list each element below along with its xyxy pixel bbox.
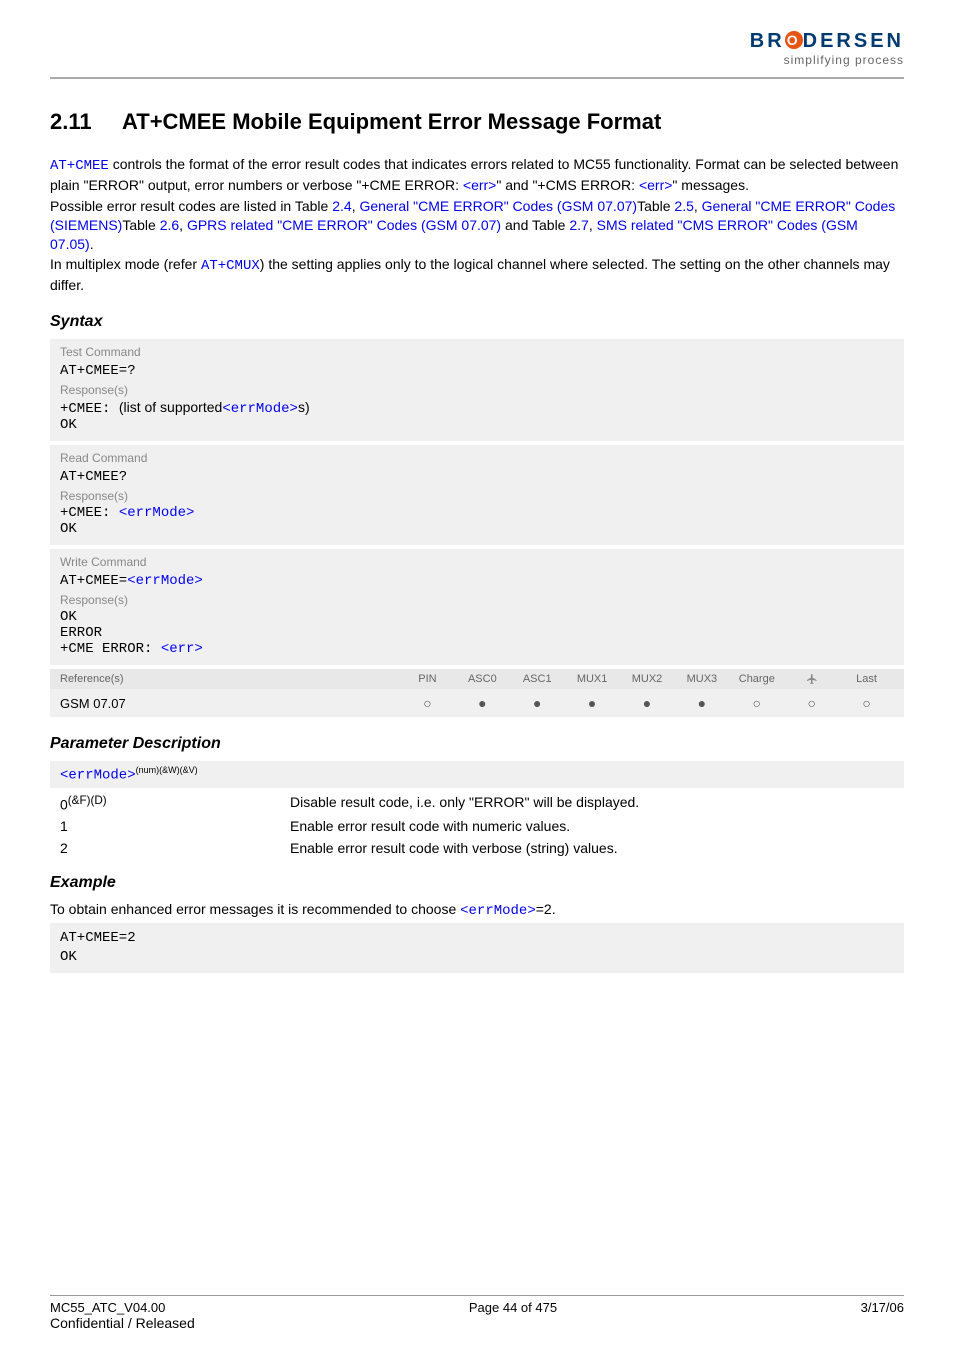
- param-row: 2 Enable error result code with verbose …: [60, 840, 894, 856]
- param-key: 0(&F)(D): [60, 794, 290, 813]
- section-number: 2.11: [50, 109, 122, 135]
- errmode-link[interactable]: <errMode>: [119, 505, 195, 521]
- param-value: Disable result code, i.e. only "ERROR" w…: [290, 794, 894, 813]
- section-heading: 2.11AT+CMEE Mobile Equipment Error Messa…: [50, 109, 904, 135]
- param-row: 0(&F)(D) Disable result code, i.e. only …: [60, 794, 894, 813]
- intro-paragraph-1: AT+CMEE controls the format of the error…: [50, 155, 904, 195]
- ok-line: OK: [60, 521, 894, 537]
- errmode-link[interactable]: <errMode>: [60, 768, 136, 784]
- read-command-block: Read Command AT+CMEE? Response(s) +CMEE:…: [50, 445, 904, 545]
- footer-right: 3/17/06: [861, 1300, 904, 1315]
- table-ref-link[interactable]: 2.4: [332, 198, 351, 214]
- block-label: Read Command: [60, 451, 894, 465]
- block-label: Test Command: [60, 345, 894, 359]
- airplane-icon: [806, 673, 818, 685]
- err-link[interactable]: <err>: [161, 641, 203, 657]
- col-header: MUX2: [620, 673, 675, 685]
- example-heading: Example: [50, 874, 904, 892]
- param-heading: Parameter Description: [50, 735, 904, 753]
- param-rows: 0(&F)(D) Disable result code, i.e. only …: [50, 788, 904, 857]
- table-name-link[interactable]: GPRS related "CME ERROR" Codes (GSM 07.0…: [187, 217, 501, 233]
- code-line: AT+CMEE=2: [60, 929, 894, 948]
- param-key: 2: [60, 840, 290, 856]
- responses-label: Response(s): [60, 593, 894, 607]
- references-label: Reference(s): [60, 673, 400, 685]
- param-row: 1 Enable error result code with numeric …: [60, 818, 894, 834]
- param-tag: <errMode>(num)(&W)(&V): [50, 761, 904, 787]
- col-header-icon: [784, 673, 839, 685]
- errmode-link[interactable]: <errMode>: [222, 401, 298, 417]
- support-dot: ○: [400, 695, 455, 711]
- brand-tagline: simplifying process: [750, 53, 904, 67]
- intro-paragraph-3: In multiplex mode (refer AT+CMUX) the se…: [50, 255, 904, 295]
- ok-line: OK: [60, 609, 894, 625]
- footer-left-2: Confidential / Released: [50, 1315, 904, 1331]
- param-value: Enable error result code with numeric va…: [290, 818, 894, 834]
- page-footer: MC55_ATC_V04.00 Page 44 of 475 3/17/06 C…: [50, 1295, 904, 1331]
- err-link[interactable]: <err>: [463, 177, 496, 193]
- reference-value-row: GSM 07.07 ○ ● ● ● ● ● ○ ○ ○: [50, 689, 904, 717]
- col-header: Charge: [729, 673, 784, 685]
- support-dot: ●: [674, 695, 729, 711]
- responses-label: Response(s): [60, 383, 894, 397]
- cme-error-line: +CME ERROR: <err>: [60, 641, 894, 657]
- errmode-link[interactable]: <errMode>: [460, 903, 536, 919]
- logo-block: BRODERSEN simplifying process: [750, 30, 904, 67]
- support-dot: ○: [784, 695, 839, 711]
- param-value: Enable error result code with verbose (s…: [290, 840, 894, 856]
- col-header: PIN: [400, 673, 455, 685]
- brand-logo: BRODERSEN: [750, 30, 904, 53]
- error-line: ERROR: [60, 625, 894, 641]
- footer-divider: [50, 1295, 904, 1296]
- col-header: MUX3: [674, 673, 729, 685]
- read-response: +CMEE: <errMode>: [60, 505, 894, 521]
- logo-o-icon: O: [785, 31, 803, 49]
- syntax-heading: Syntax: [50, 313, 904, 331]
- support-dot: ○: [729, 695, 784, 711]
- example-code-block: AT+CMEE=2 OK: [50, 923, 904, 973]
- table-ref-link[interactable]: 2.7: [569, 217, 588, 233]
- code-line: OK: [60, 948, 894, 967]
- cmd-link[interactable]: AT+CMEE: [50, 158, 109, 174]
- param-key: 1: [60, 818, 290, 834]
- read-command: AT+CMEE?: [60, 469, 894, 485]
- example-text: To obtain enhanced error messages it is …: [50, 900, 904, 921]
- responses-label: Response(s): [60, 489, 894, 503]
- section-title-text: AT+CMEE Mobile Equipment Error Message F…: [122, 109, 661, 134]
- support-dot: ●: [620, 695, 675, 711]
- table-name-link[interactable]: General "CME ERROR" Codes (GSM 07.07): [359, 198, 637, 214]
- col-header: Last: [839, 673, 894, 685]
- support-dot: ●: [510, 695, 565, 711]
- test-command: AT+CMEE=?: [60, 363, 894, 379]
- col-header: MUX1: [565, 673, 620, 685]
- param-tag-sup: (num)(&W)(&V): [136, 765, 198, 775]
- support-dot: ●: [455, 695, 510, 711]
- test-command-block: Test Command AT+CMEE=? Response(s) +CMEE…: [50, 339, 904, 441]
- support-dot: ●: [565, 695, 620, 711]
- err-link[interactable]: <err>: [639, 177, 672, 193]
- header-divider: [50, 77, 904, 79]
- intro-paragraph-2: Possible error result codes are listed i…: [50, 197, 904, 254]
- errmode-link[interactable]: <errMode>: [127, 573, 203, 589]
- cmux-link[interactable]: AT+CMUX: [201, 258, 260, 274]
- write-command: AT+CMEE=<errMode>: [60, 573, 894, 589]
- param-table: <errMode>(num)(&W)(&V) 0(&F)(D) Disable …: [50, 761, 904, 856]
- table-ref-link[interactable]: 2.6: [160, 217, 179, 233]
- reference-header-row: Reference(s) PIN ASC0 ASC1 MUX1 MUX2 MUX…: [50, 669, 904, 689]
- col-header: ASC1: [510, 673, 565, 685]
- block-label: Write Command: [60, 555, 894, 569]
- reference-value: GSM 07.07: [60, 696, 400, 711]
- support-dot: ○: [839, 695, 894, 711]
- footer-left: MC55_ATC_V04.00: [50, 1300, 165, 1315]
- ok-line: OK: [60, 417, 894, 433]
- table-ref-link[interactable]: 2.5: [674, 198, 693, 214]
- test-response: +CMEE: (list of supported<errMode>s): [60, 399, 894, 417]
- col-header: ASC0: [455, 673, 510, 685]
- page-header: BRODERSEN simplifying process: [50, 0, 904, 73]
- footer-center: Page 44 of 475: [469, 1300, 557, 1315]
- write-command-block: Write Command AT+CMEE=<errMode> Response…: [50, 549, 904, 665]
